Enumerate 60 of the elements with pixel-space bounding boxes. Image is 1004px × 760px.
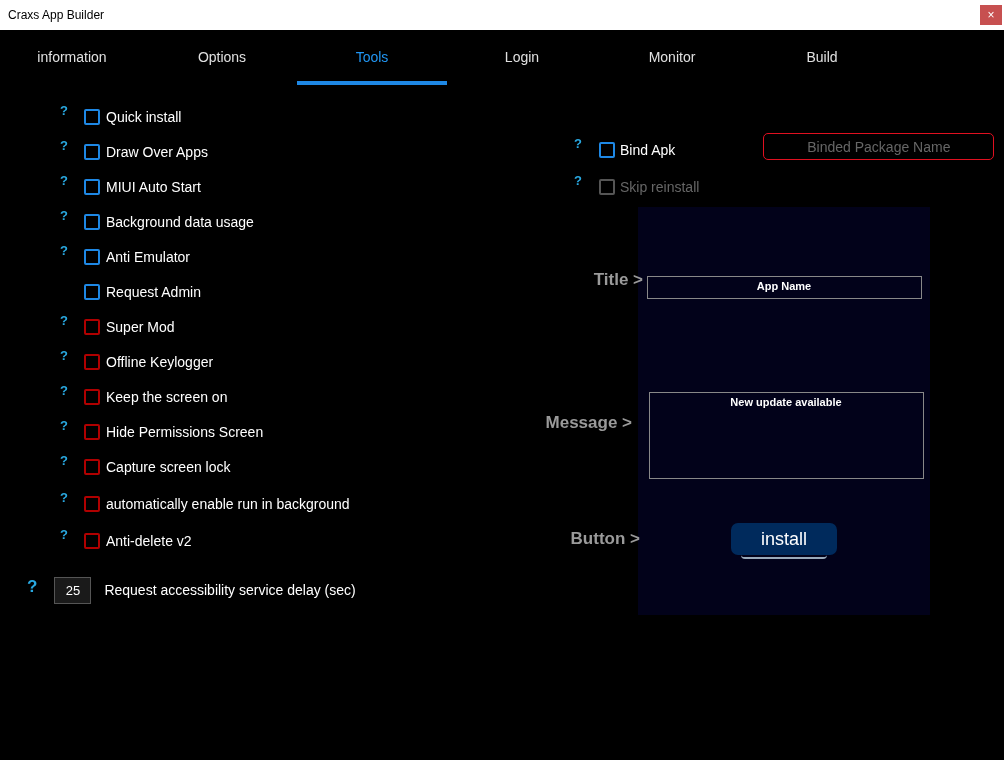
- install-button[interactable]: install: [731, 523, 837, 555]
- option-label: Anti-delete v2: [106, 533, 192, 549]
- checkbox[interactable]: [84, 424, 100, 440]
- checkbox[interactable]: [84, 533, 100, 549]
- close-button[interactable]: ×: [980, 5, 1002, 25]
- tab[interactable]: Options: [147, 30, 297, 85]
- checkbox[interactable]: [84, 214, 100, 230]
- app-name-field[interactable]: App Name: [646, 276, 922, 299]
- option-label: Background data usage: [106, 214, 254, 230]
- help-icon[interactable]: ?: [60, 244, 70, 257]
- checkbox[interactable]: [84, 389, 100, 405]
- checkbox[interactable]: [84, 319, 100, 335]
- checkbox[interactable]: [84, 109, 100, 125]
- option-label: Offline Keylogger: [106, 354, 214, 370]
- message-field[interactable]: New update available: [648, 392, 924, 479]
- option-label: Draw Over Apps: [106, 144, 208, 160]
- message-label: Message >: [545, 412, 632, 434]
- delay-field[interactable]: 25: [54, 577, 92, 604]
- title-label: Title >: [593, 269, 643, 291]
- tab[interactable]: Monitor: [597, 30, 747, 85]
- checkbox[interactable]: [84, 459, 100, 475]
- help-icon[interactable]: ?: [60, 528, 70, 541]
- window-title: Craxs App Builder: [8, 7, 105, 24]
- help-icon[interactable]: ?: [60, 104, 70, 117]
- help-icon[interactable]: ?: [27, 573, 38, 600]
- tab[interactable]: Tools: [297, 30, 447, 85]
- option-label: automatically enable run in background: [106, 496, 350, 512]
- help-icon[interactable]: ?: [60, 454, 70, 467]
- tab[interactable]: Build: [747, 30, 897, 85]
- option-label: Request Admin: [106, 284, 201, 300]
- checkbox[interactable]: [599, 142, 615, 158]
- option-label: Quick install: [106, 109, 182, 125]
- help-icon[interactable]: ?: [60, 139, 70, 152]
- help-icon[interactable]: ?: [60, 384, 70, 397]
- option-label: Anti Emulator: [106, 249, 191, 265]
- help-icon[interactable]: ?: [60, 174, 70, 187]
- help-icon[interactable]: ?: [60, 314, 70, 327]
- option-label: Keep the screen on: [106, 389, 228, 405]
- checkbox[interactable]: [84, 249, 100, 265]
- option-label: Hide Permissions Screen: [106, 424, 264, 440]
- checkbox[interactable]: [84, 496, 100, 512]
- checkbox[interactable]: [84, 284, 100, 300]
- help-icon[interactable]: ?: [574, 137, 584, 150]
- checkbox[interactable]: [84, 179, 100, 195]
- option-label: Capture screen lock: [106, 459, 231, 475]
- help-icon[interactable]: ?: [60, 349, 70, 362]
- button-label: Button >: [570, 528, 640, 550]
- option-label: MIUI Auto Start: [106, 179, 201, 195]
- package-name-field[interactable]: Binded Package Name: [763, 133, 995, 160]
- option-label: Bind Apk: [620, 142, 676, 158]
- help-icon[interactable]: ?: [60, 419, 70, 432]
- checkbox[interactable]: [84, 354, 100, 370]
- option-label: Skip reinstall: [620, 179, 700, 195]
- tab[interactable]: Login: [447, 30, 597, 85]
- tab[interactable]: information: [0, 30, 147, 85]
- delay-label: Request accessibility service delay (sec): [104, 581, 356, 600]
- option-label: Super Mod: [106, 319, 175, 335]
- help-icon[interactable]: ?: [60, 491, 70, 504]
- help-icon[interactable]: ?: [60, 209, 70, 222]
- checkbox[interactable]: [84, 144, 100, 160]
